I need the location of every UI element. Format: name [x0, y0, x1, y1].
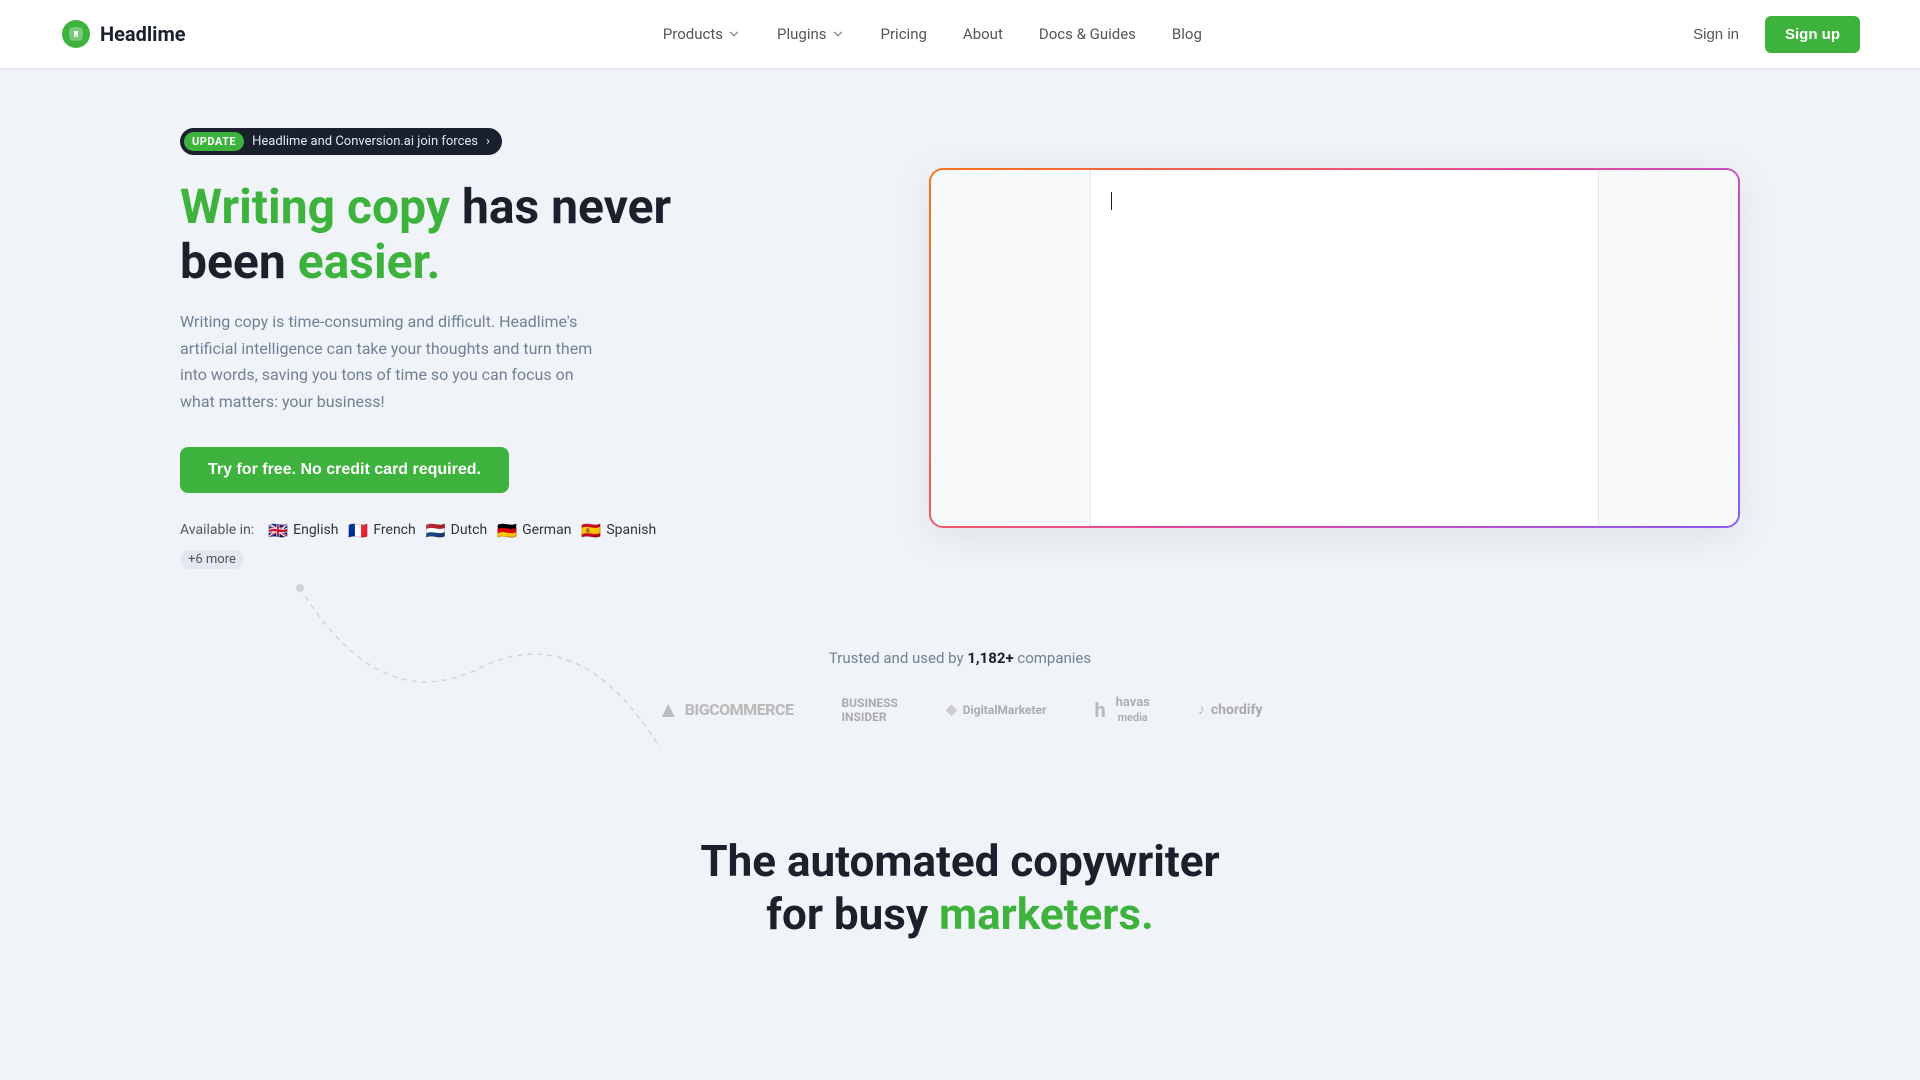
trusted-section: Trusted and used by 1,182+ companies ▲ B…	[0, 629, 1920, 775]
flag-english: 🇬🇧	[268, 521, 288, 540]
hero-title-part3: easier.	[298, 233, 441, 290]
text-cursor	[1111, 192, 1113, 210]
nav-products[interactable]: Products	[649, 17, 755, 51]
lang-french-label: French	[373, 522, 415, 538]
nav-blog[interactable]: Blog	[1158, 17, 1216, 51]
bottom-title-part2: for busy	[766, 888, 939, 940]
cta-button[interactable]: Try for free. No credit card required.	[180, 447, 509, 493]
signup-button[interactable]: Sign up	[1765, 16, 1860, 53]
bottom-title-part3: marketers.	[939, 888, 1154, 940]
logo-digital-marketer: ◆ DigitalMarketer	[946, 702, 1046, 718]
hero-section: UPDATE Headlime and Conversion.ai join f…	[0, 68, 1920, 629]
trusted-text-before: Trusted and used by	[829, 649, 967, 667]
sidebar-item	[931, 186, 1090, 202]
app-main-content	[1091, 170, 1598, 526]
flag-german: 🇩🇪	[497, 521, 517, 540]
nav-pricing[interactable]: Pricing	[867, 17, 941, 51]
logo-havas-media: h havasmedia	[1094, 695, 1149, 725]
bottom-title: The automated copywriter for busy market…	[60, 835, 1860, 941]
app-right-panel	[1598, 170, 1738, 526]
flag-spanish: 🇪🇸	[581, 521, 601, 540]
arrow-icon: ›	[486, 134, 490, 149]
headlime-logo-icon	[60, 18, 92, 50]
lang-french: 🇫🇷 French	[348, 521, 415, 540]
lang-english-label: English	[293, 522, 338, 538]
trusted-text-after: companies	[1014, 649, 1092, 667]
nav-auth: Sign in Sign up	[1679, 16, 1860, 53]
nav-links: Products Plugins Pricing About Docs & Gu…	[649, 17, 1216, 51]
more-languages-badge[interactable]: +6 more	[180, 550, 244, 569]
signin-button[interactable]: Sign in	[1679, 18, 1753, 51]
nav-about[interactable]: About	[949, 17, 1017, 51]
logo-text: Headlime	[100, 22, 186, 46]
trusted-count: 1,182+	[967, 649, 1013, 667]
available-in: Available in: 🇬🇧 English 🇫🇷 French 🇳🇱 Du…	[180, 521, 680, 569]
hero-left: UPDATE Headlime and Conversion.ai join f…	[180, 128, 680, 569]
lang-english: 🇬🇧 English	[268, 521, 338, 540]
app-preview	[929, 168, 1740, 528]
logo-business-insider: BUSINESSINSIDER	[841, 696, 897, 725]
hero-title-part1: Writing copy	[180, 178, 462, 235]
lang-spanish: 🇪🇸 Spanish	[581, 521, 656, 540]
logo-chordify: ♪ chordify	[1198, 701, 1263, 718]
logos-row: ▲ BIGCOMMERCE BUSINESSINSIDER ◆ DigitalM…	[60, 695, 1860, 725]
lang-dutch: 🇳🇱 Dutch	[426, 521, 487, 540]
flag-dutch: 🇳🇱	[426, 521, 446, 540]
logo-bigcommerce: ▲ BIGCOMMERCE	[657, 697, 793, 723]
update-label: UPDATE	[184, 132, 244, 151]
lang-german: 🇩🇪 German	[497, 521, 571, 540]
hero-description: Writing copy is time-consuming and diffi…	[180, 309, 600, 415]
navbar: Headlime Products Plugins Pricing About …	[0, 0, 1920, 68]
logo[interactable]: Headlime	[60, 18, 186, 50]
lang-german-label: German	[522, 522, 571, 538]
nav-docs[interactable]: Docs & Guides	[1025, 17, 1150, 51]
sidebar-item	[931, 202, 1090, 218]
available-label: Available in:	[180, 522, 254, 538]
flag-french: 🇫🇷	[348, 521, 368, 540]
sidebar-item	[931, 218, 1090, 234]
update-text: Headlime and Conversion.ai join forces	[252, 134, 478, 149]
nav-plugins[interactable]: Plugins	[763, 17, 858, 51]
update-badge[interactable]: UPDATE Headlime and Conversion.ai join f…	[180, 128, 502, 155]
lang-spanish-label: Spanish	[606, 522, 656, 538]
hero-title: Writing copy has never been easier.	[180, 179, 680, 289]
chevron-down-icon	[727, 27, 741, 41]
trusted-text: Trusted and used by 1,182+ companies	[60, 649, 1860, 667]
chevron-down-icon	[831, 27, 845, 41]
bottom-section: The automated copywriter for busy market…	[0, 775, 1920, 941]
hero-right	[929, 168, 1740, 528]
bottom-title-part1: The automated copywriter	[700, 835, 1219, 887]
app-sidebar	[931, 170, 1091, 526]
lang-dutch-label: Dutch	[451, 522, 488, 538]
